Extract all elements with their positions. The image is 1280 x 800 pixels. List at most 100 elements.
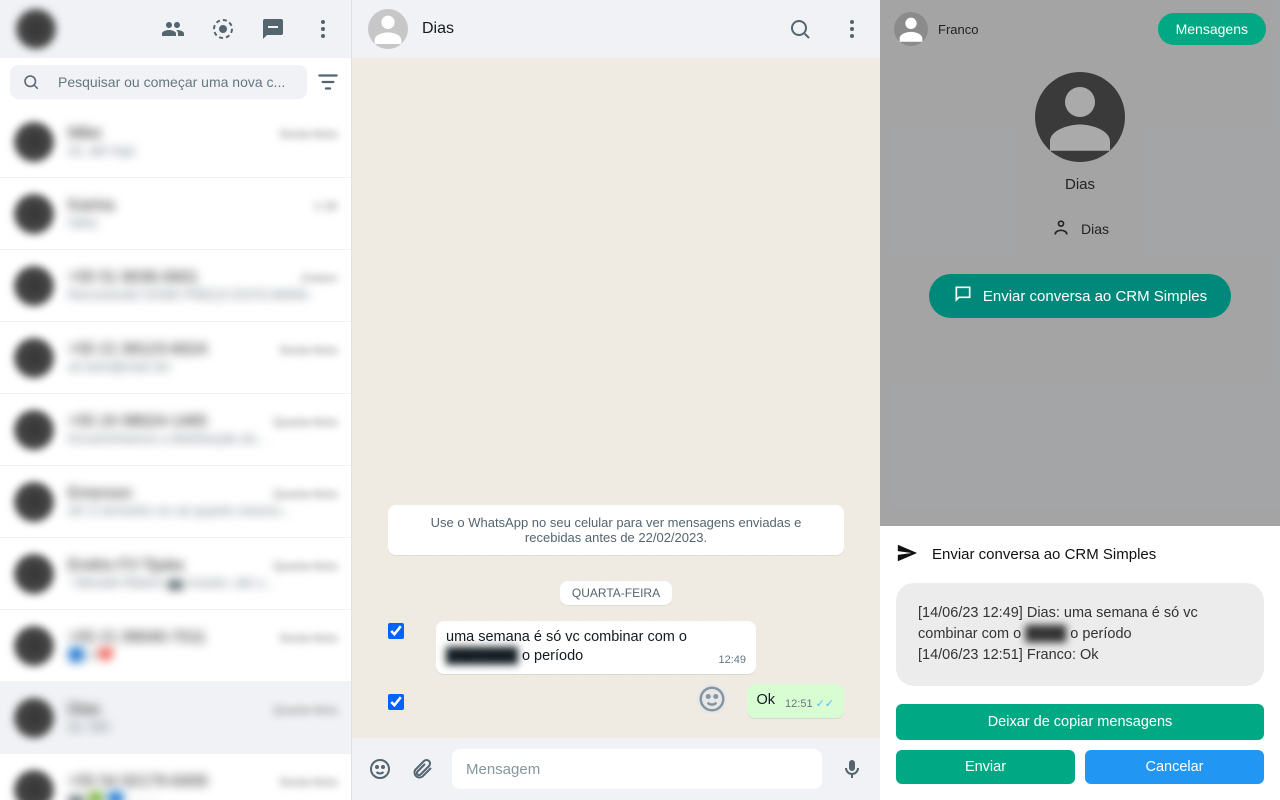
compose-input[interactable]: Mensagem: [452, 749, 822, 789]
chat-item-name: +55 54 92179-6409: [68, 773, 207, 791]
community-icon[interactable]: [161, 17, 185, 41]
person-icon: [1051, 217, 1071, 240]
crm-dialog: Enviar conversa ao CRM Simples [14/06/23…: [880, 526, 1280, 800]
message-select-checkbox[interactable]: [388, 623, 404, 639]
chat-item-preview: Recomendo! ESSE PREÇO ESTÁ MARA: [68, 287, 337, 302]
chat-icon: [953, 284, 973, 308]
contact-avatar[interactable]: [368, 9, 408, 49]
current-user-avatar[interactable]: [894, 12, 928, 46]
attach-icon[interactable]: [410, 757, 434, 781]
chat-item-name: +55 21 99040-7011: [68, 629, 206, 647]
message-area: Use o WhatsApp no seu celular para ver m…: [352, 58, 880, 738]
search-icon: [22, 73, 40, 91]
message-time: 12:51✓✓: [785, 697, 834, 712]
contact-name[interactable]: Dias: [422, 20, 454, 38]
redacted-text: ███████: [446, 648, 518, 664]
dialog-title: Enviar conversa ao CRM Simples: [932, 546, 1156, 563]
dialog-send-button[interactable]: Enviar: [896, 750, 1075, 784]
crm-header: Franco Mensagens: [880, 0, 1280, 58]
dialog-cancel-button[interactable]: Cancelar: [1085, 750, 1264, 784]
search-input[interactable]: Pesquisar ou começar uma nova c...: [10, 65, 307, 99]
emoji-icon[interactable]: [368, 757, 392, 781]
incoming-message-row: uma semana é só vc combinar com o ██████…: [388, 621, 844, 674]
messages-button[interactable]: Mensagens: [1158, 13, 1266, 45]
chat-item-time: Quarta-feira: [273, 415, 337, 429]
chat-item-time: Sexta-feira: [279, 343, 337, 357]
new-chat-icon[interactable]: [261, 17, 285, 41]
chat-item-name: +55 51 8036-0001: [68, 269, 198, 287]
contact-large-avatar: [1035, 72, 1125, 162]
search-placeholder: Pesquisar ou começar uma nova c...: [58, 74, 285, 90]
chat-list-item[interactable]: +55 24 98024-1465Quarta-feiraEncaminhamo…: [0, 394, 351, 466]
contact-profile: Dias Dias Enviar conversa ao CRM Simples: [880, 58, 1280, 342]
chat-list-item[interactable]: Endrio F3 TijukaQuarta-feira~Wendel Ribe…: [0, 538, 351, 610]
send-icon: [896, 542, 918, 567]
left-search-row: Pesquisar ou começar uma nova c...: [0, 58, 351, 106]
chat-list-item[interactable]: +55 54 92179-6409 Sexta-feira 📷 🟩 🟦 ____: [0, 754, 351, 800]
chat-item-text: Mike Sexta-feira ok, até hoje: [68, 125, 337, 158]
react-icon[interactable]: [697, 684, 727, 714]
chat-item-time: Sexta-feira: [279, 127, 337, 141]
conversation-header-actions: [788, 17, 864, 41]
preview-line-2: [14/06/23 12:51] Franco: Ok: [918, 645, 1242, 666]
chat-item-avatar: [14, 122, 54, 162]
message-text-part: uma semana é só vc combinar com o: [446, 629, 687, 645]
chat-item-preview: ok! O terminho só vai quanto mesmo...: [68, 503, 337, 518]
incoming-bubble[interactable]: uma semana é só vc combinar com o ██████…: [436, 621, 756, 674]
profile-name: Dias: [1065, 176, 1095, 193]
outgoing-message-row: Ok 12:51✓✓: [388, 684, 844, 718]
chat-item-time: Sexta-feira: [279, 631, 337, 645]
menu-icon[interactable]: [311, 17, 335, 41]
chat-list-item[interactable]: +55 21 99040-7011 Sexta-feira 🟦 oi❤️: [0, 610, 351, 682]
dialog-message-preview: [14/06/23 12:49] Dias: uma semana é só v…: [896, 583, 1264, 686]
chat-item-text: +55 54 92179-6409 Sexta-feira 📷 🟩 🟦 ____: [68, 773, 337, 800]
mic-icon[interactable]: [840, 757, 864, 781]
chat-item-text: Emerson Quarta-feira ok! O terminho só vai…: [68, 485, 337, 518]
left-pane: Pesquisar ou começar uma nova c... Mike S…: [0, 0, 352, 800]
chat-item-time: Sexta-feira: [279, 775, 337, 789]
chat-list-item[interactable]: Mike Sexta-feira ok, até hoje: [0, 106, 351, 178]
chat-item-text: Karina1:18haha: [68, 197, 337, 230]
chat-list: Mike Sexta-feira ok, até hoje Karina1:18hah…: [0, 106, 351, 800]
chat-item-name: Endrio F3 Tijuka: [68, 557, 184, 575]
send-crm-button[interactable]: Enviar conversa ao CRM Simples: [929, 274, 1231, 318]
chat-list-item[interactable]: DiasQuarta-feiraok. WA: [0, 682, 351, 754]
chat-item-avatar: [14, 338, 54, 378]
chat-item-avatar: [14, 554, 54, 594]
message-select-checkbox[interactable]: [388, 694, 404, 710]
chat-list-item[interactable]: +55 21 99123-6024Sexta-feiraok teen@mail…: [0, 322, 351, 394]
history-notice: Use o WhatsApp no seu celular para ver m…: [388, 505, 844, 555]
chat-list-item[interactable]: +55 51 8036-0001OntemRecomendo! ESSE PRE…: [0, 250, 351, 322]
chat-menu-icon[interactable]: [840, 17, 864, 41]
chat-item-avatar: [14, 482, 54, 522]
conversation-pane: Dias Use o WhatsApp no seu celular para …: [352, 0, 880, 800]
message-time: 12:49: [718, 653, 746, 668]
chat-item-avatar: [14, 410, 54, 450]
filter-icon[interactable]: [315, 69, 341, 95]
compose-bar: Mensagem: [352, 738, 880, 800]
chat-item-preview: 🟦 oi❤️: [68, 647, 337, 663]
chat-item-preview: 📷 🟩 🟦 ____: [68, 791, 337, 800]
search-in-chat-icon[interactable]: [788, 17, 812, 41]
dialog-header: Enviar conversa ao CRM Simples: [896, 542, 1264, 567]
profile-subtitle: Dias: [1051, 217, 1109, 240]
chat-item-preview: ok, até hoje: [68, 143, 337, 158]
chat-item-text: +55 21 99040-7011 Sexta-feira 🟦 oi❤️: [68, 629, 337, 663]
outgoing-bubble[interactable]: Ok 12:51✓✓: [747, 684, 845, 718]
chat-list-item[interactable]: Emerson Quarta-feira ok! O terminho só vai…: [0, 466, 351, 538]
chat-item-name: Emerson: [68, 485, 132, 503]
dialog-actions: Enviar Cancelar: [896, 750, 1264, 784]
left-header-actions: [161, 17, 335, 41]
status-icon[interactable]: [211, 17, 235, 41]
chat-item-time: Quarta-feira: [273, 487, 337, 501]
crm-pane: Franco Mensagens Dias Dias Enviar conver…: [880, 0, 1280, 800]
stop-copy-button[interactable]: Deixar de copiar mensagens: [896, 704, 1264, 740]
chat-item-name: Mike: [68, 125, 102, 143]
current-user-name: Franco: [938, 22, 978, 37]
chat-item-text: +55 24 98024-1465Quarta-feiraEncaminhamo…: [68, 413, 337, 446]
my-avatar[interactable]: [16, 9, 56, 49]
chat-list-item[interactable]: Karina1:18haha: [0, 178, 351, 250]
message-text-part: o período: [518, 648, 583, 664]
preview-line-1: [14/06/23 12:49] Dias: uma semana é só v…: [918, 603, 1242, 645]
conversation-header: Dias: [352, 0, 880, 58]
